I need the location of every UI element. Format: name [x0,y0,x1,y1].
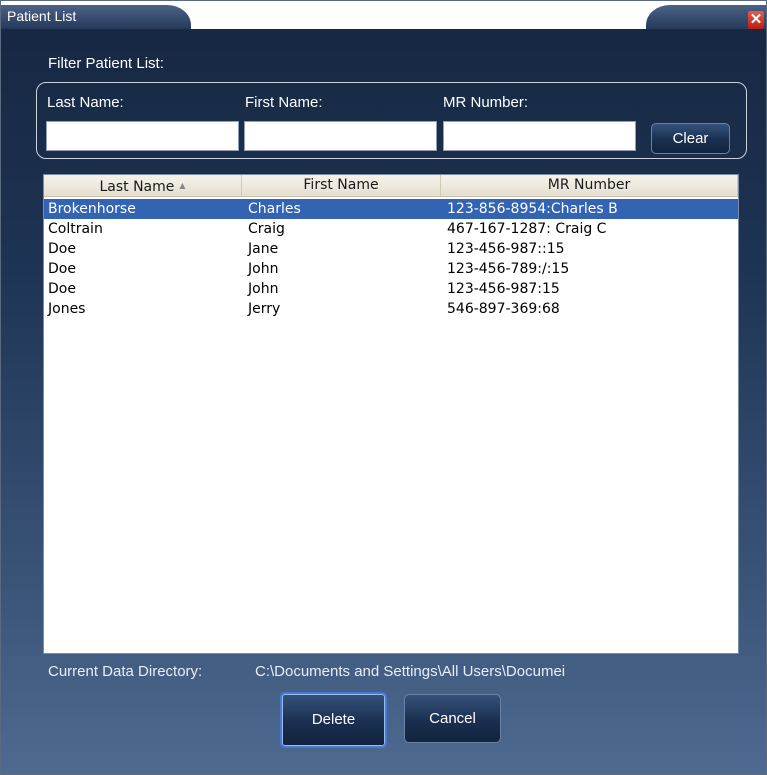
cell-mr-number: 123-856-8954:Charles B [447,201,618,217]
window-title: Patient List [1,5,191,29]
column-header-first-name[interactable]: First Name [242,175,441,196]
first-name-input[interactable] [244,121,437,151]
cell-first-name: John [248,261,279,277]
first-name-label: First Name: [245,94,323,111]
cell-mr-number: 467-167-1287: Craig C [447,221,607,237]
title-bar-controls: ✕ [646,5,766,29]
cancel-button[interactable]: Cancel [404,694,501,743]
cell-last-name: Doe [48,281,76,297]
table-row[interactable]: Doe John 123-456-789:/:15 [44,259,738,279]
mr-number-label: MR Number: [443,94,529,111]
close-icon[interactable]: ✕ [748,11,764,29]
last-name-input[interactable] [46,121,239,151]
table-row[interactable]: Jones Jerry 546-897-369:68 [44,299,738,319]
cell-last-name: Brokenhorse [48,201,136,217]
data-directory-path: C:\Documents and Settings\All Users\Docu… [255,663,566,680]
cell-first-name: John [248,281,279,297]
mr-number-input[interactable] [443,121,636,151]
cell-mr-number: 123-456-789:/:15 [447,261,570,277]
column-header-mr-number[interactable]: MR Number [441,175,738,196]
cell-last-name: Jones [48,301,86,317]
patient-list: Last Name ▲ First Name MR Number Brokenho… [43,174,739,654]
delete-button[interactable]: Delete [280,692,387,748]
cell-first-name: Charles [248,201,301,217]
sort-ascending-icon: ▲ [179,181,186,190]
cell-first-name: Jerry [248,301,281,317]
table-row[interactable]: Brokenhorse Charles 123-856-8954:Charles… [44,199,738,219]
table-row[interactable]: Coltrain Craig 467-167-1287: Craig C [44,219,738,239]
cell-mr-number: 546-897-369:68 [447,301,560,317]
cell-first-name: Jane [248,241,279,257]
table-row[interactable]: Doe Jane 123-456-987::15 [44,239,738,259]
cell-last-name: Doe [48,261,76,277]
cell-mr-number: 123-456-987::15 [447,241,565,257]
cell-mr-number: 123-456-987:15 [447,281,560,297]
data-directory-label: Current Data Directory: [48,663,203,680]
table-row[interactable]: Doe John 123-456-987:15 [44,279,738,299]
column-header-label: Last Name [99,179,175,195]
column-header-last-name[interactable]: Last Name ▲ [44,175,242,196]
filter-heading: Filter Patient List: [48,55,164,72]
cell-last-name: Doe [48,241,76,257]
patient-list-window: Patient List ✕ Filter Patient List: Last… [0,0,767,775]
cell-first-name: Craig [248,221,285,237]
clear-button[interactable]: Clear [651,123,730,154]
cell-last-name: Coltrain [48,221,103,237]
title-bar: Patient List ✕ [1,1,766,29]
last-name-label: Last Name: [47,94,124,111]
list-header: Last Name ▲ First Name MR Number [44,175,738,197]
